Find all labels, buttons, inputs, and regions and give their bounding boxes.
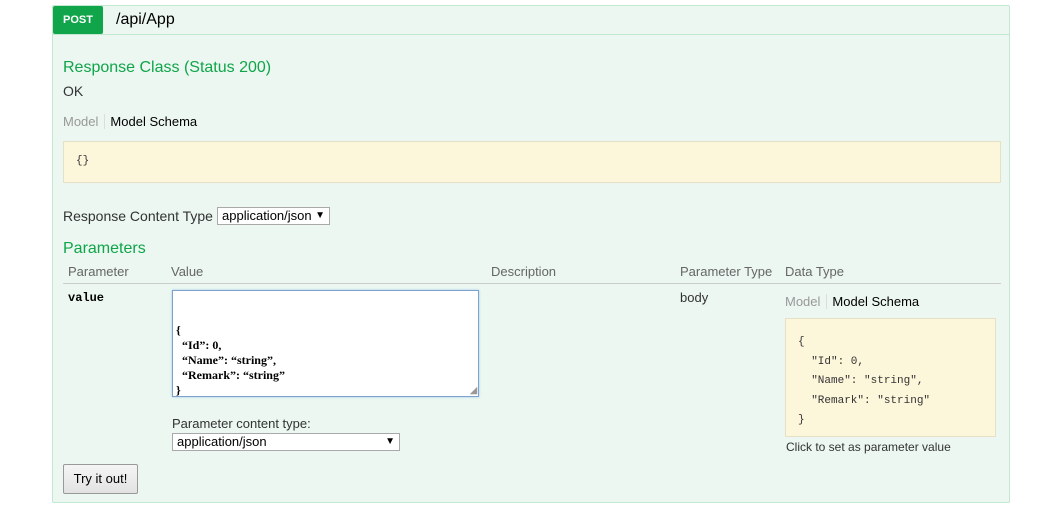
operation-panel: POST /api/App Response Class (Status 200… [52, 5, 1010, 503]
resize-handle-icon[interactable]: ◢ [470, 386, 477, 395]
column-header-parameter: Parameter [68, 264, 129, 279]
response-class-title: Response Class (Status 200) [63, 59, 272, 76]
response-status-text: OK [63, 83, 84, 99]
column-header-description: Description [491, 264, 557, 279]
response-content-type-select[interactable]: application/json ▼ [217, 207, 330, 225]
parameter-name: value [68, 291, 105, 305]
data-type-signature-tabs: Model Model Schema [785, 294, 919, 310]
schema-line: } [798, 414, 805, 426]
response-content-type-label: Response Content Type [63, 208, 213, 224]
dropdown-arrow-icon: ▼ [315, 210, 325, 221]
response-content-type-value: application/json [222, 208, 312, 223]
data-type-schema-snippet[interactable]: { "Id": 0, "Name": "string", "Remark": "… [785, 318, 996, 437]
data-type-model-schema-tab[interactable]: Model Schema [827, 294, 919, 309]
table-header-divider [63, 283, 1001, 284]
parameter-value-textarea[interactable]: { “Id”: 0, “Name”: “string”, “Remark”: “… [172, 290, 479, 397]
response-model-schema-tab[interactable]: Model Schema [105, 114, 197, 129]
parameter-content-type-select[interactable]: application/json ▼ [172, 433, 400, 451]
column-header-value: Value [171, 264, 204, 279]
operation-heading[interactable]: POST /api/App [53, 6, 1009, 35]
value-line: } [176, 383, 181, 397]
parameter-type-value: body [680, 290, 709, 305]
schema-line: "Name": "string", [798, 375, 924, 387]
schema-hint-text: Click to set as parameter value [786, 440, 951, 454]
column-header-data-type: Data Type [785, 264, 845, 279]
response-schema-text: {} [76, 155, 90, 167]
value-line: “Remark”: “string” [176, 368, 285, 382]
column-header-parameter-type: Parameter Type [680, 264, 773, 279]
response-signature-tabs: Model Model Schema [63, 114, 197, 130]
schema-line: "Remark": "string" [798, 394, 931, 407]
try-it-out-button[interactable]: Try it out! [63, 464, 138, 494]
response-model-tab[interactable]: Model [63, 114, 106, 129]
parameters-title: Parameters [63, 240, 146, 257]
schema-line: "Id": 0, [798, 355, 865, 368]
schema-line: { [798, 336, 805, 348]
value-line: “Name”: “string”, [176, 353, 276, 367]
parameter-content-type-value: application/json [177, 434, 267, 449]
dropdown-arrow-icon: ▼ [385, 436, 395, 447]
http-method-badge[interactable]: POST [53, 6, 103, 34]
response-schema-snippet[interactable]: {} [63, 141, 1001, 183]
data-type-model-tab[interactable]: Model [785, 294, 828, 309]
value-line: { [176, 323, 181, 337]
endpoint-path[interactable]: /api/App [116, 9, 175, 31]
parameter-content-type-label: Parameter content type: [172, 416, 311, 431]
value-line: “Id”: 0, [176, 338, 222, 352]
